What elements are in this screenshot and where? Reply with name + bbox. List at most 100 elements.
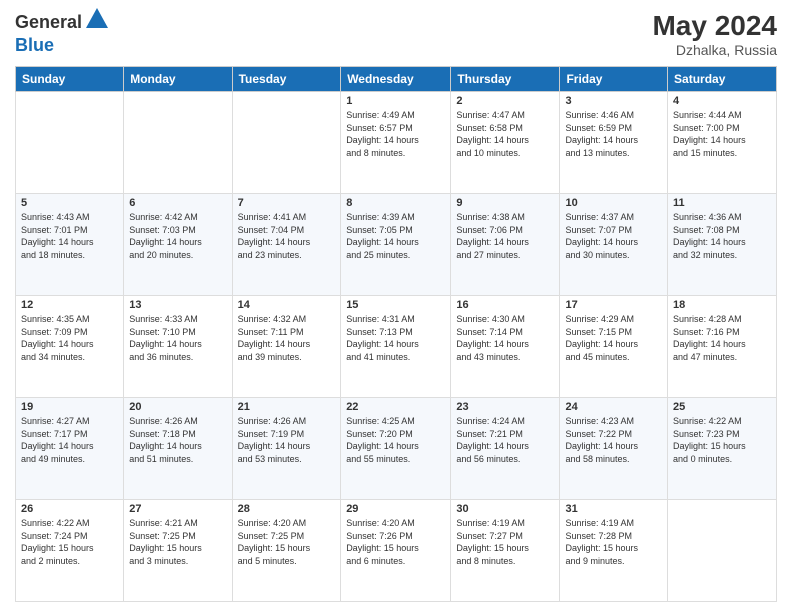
day-info: Sunrise: 4:26 AM Sunset: 7:18 PM Dayligh… <box>129 415 226 465</box>
cell-3-4: 15 Sunrise: 4:31 AM Sunset: 7:13 PM Dayli… <box>341 296 451 398</box>
cell-5-6: 31Sunrise: 4:19 AM Sunset: 7:28 PM Dayli… <box>560 500 668 602</box>
cell-3-6: 17Sunrise: 4:29 AM Sunset: 7:15 PM Dayli… <box>560 296 668 398</box>
day-info: Sunrise: 4:31 AM Sunset: 7:13 PM Dayligh… <box>346 313 445 363</box>
day-info: Sunrise: 4:26 AM Sunset: 7:19 PM Dayligh… <box>238 415 336 465</box>
cell-4-7: 25 Sunrise: 4:22 AM Sunset: 7:23 PM Dayli… <box>668 398 777 500</box>
day-info: Sunrise: 4:28 AM Sunset: 7:16 PM Dayligh… <box>673 313 771 363</box>
col-monday: Monday <box>124 67 232 92</box>
day-info: Sunrise: 4:36 AM Sunset: 7:08 PM Dayligh… <box>673 211 771 261</box>
col-thursday: Thursday <box>451 67 560 92</box>
day-info: Sunrise: 4:42 AM Sunset: 7:03 PM Dayligh… <box>129 211 226 261</box>
week-row-1: 1 Sunrise: 4:49 AM Sunset: 6:57 PM Daylig… <box>16 92 777 194</box>
logo-triangle-icon <box>86 8 108 28</box>
day-number: 13 <box>129 299 226 311</box>
day-number: 21 <box>238 401 336 413</box>
day-info: Sunrise: 4:30 AM Sunset: 7:14 PM Dayligh… <box>456 313 554 363</box>
cell-2-1: 5 Sunrise: 4:43 AM Sunset: 7:01 PM Daylig… <box>16 194 124 296</box>
col-friday: Friday <box>560 67 668 92</box>
cell-5-7 <box>668 500 777 602</box>
day-number: 2 <box>456 95 554 107</box>
day-number: 16 <box>456 299 554 311</box>
day-number: 12 <box>21 299 118 311</box>
cell-4-4: 22 Sunrise: 4:25 AM Sunset: 7:20 PM Dayli… <box>341 398 451 500</box>
day-info: Sunrise: 4:20 AM Sunset: 7:25 PM Dayligh… <box>238 517 336 567</box>
day-info: Sunrise: 4:38 AM Sunset: 7:06 PM Dayligh… <box>456 211 554 261</box>
day-number: 4 <box>673 95 771 107</box>
cell-1-4: 1 Sunrise: 4:49 AM Sunset: 6:57 PM Daylig… <box>341 92 451 194</box>
cell-4-2: 20 Sunrise: 4:26 AM Sunset: 7:18 PM Dayli… <box>124 398 232 500</box>
cell-5-5: 30 Sunrise: 4:19 AM Sunset: 7:27 PM Dayli… <box>451 500 560 602</box>
day-number: 19 <box>21 401 118 413</box>
page: General Blue May 2024 Dzhalka, Russia Su… <box>0 0 792 612</box>
cell-2-7: 11 Sunrise: 4:36 AM Sunset: 7:08 PM Dayli… <box>668 194 777 296</box>
day-number: 3 <box>565 95 662 107</box>
calendar-table: Sunday Monday Tuesday Wednesday Thursday… <box>15 66 777 602</box>
day-info: Sunrise: 4:49 AM Sunset: 6:57 PM Dayligh… <box>346 109 445 159</box>
day-number: 30 <box>456 503 554 515</box>
cell-3-7: 18 Sunrise: 4:28 AM Sunset: 7:16 PM Dayli… <box>668 296 777 398</box>
day-number: 26 <box>21 503 118 515</box>
cell-1-3 <box>232 92 341 194</box>
cell-2-2: 6 Sunrise: 4:42 AM Sunset: 7:03 PM Daylig… <box>124 194 232 296</box>
day-info: Sunrise: 4:25 AM Sunset: 7:20 PM Dayligh… <box>346 415 445 465</box>
logo-area: General Blue <box>15 10 108 56</box>
cell-5-1: 26 Sunrise: 4:22 AM Sunset: 7:24 PM Dayli… <box>16 500 124 602</box>
day-number: 8 <box>346 197 445 209</box>
day-info: Sunrise: 4:44 AM Sunset: 7:00 PM Dayligh… <box>673 109 771 159</box>
day-info: Sunrise: 4:19 AM Sunset: 7:28 PM Dayligh… <box>565 517 662 567</box>
day-number: 28 <box>238 503 336 515</box>
week-row-5: 26 Sunrise: 4:22 AM Sunset: 7:24 PM Dayli… <box>16 500 777 602</box>
day-info: Sunrise: 4:22 AM Sunset: 7:23 PM Dayligh… <box>673 415 771 465</box>
day-number: 18 <box>673 299 771 311</box>
day-number: 24 <box>565 401 662 413</box>
cell-2-3: 7 Sunrise: 4:41 AM Sunset: 7:04 PM Daylig… <box>232 194 341 296</box>
cell-1-5: 2Sunrise: 4:47 AM Sunset: 6:58 PM Daylig… <box>451 92 560 194</box>
day-number: 20 <box>129 401 226 413</box>
header-row: Sunday Monday Tuesday Wednesday Thursday… <box>16 67 777 92</box>
day-info: Sunrise: 4:20 AM Sunset: 7:26 PM Dayligh… <box>346 517 445 567</box>
day-number: 25 <box>673 401 771 413</box>
cell-3-5: 16 Sunrise: 4:30 AM Sunset: 7:14 PM Dayli… <box>451 296 560 398</box>
day-info: Sunrise: 4:37 AM Sunset: 7:07 PM Dayligh… <box>565 211 662 261</box>
cell-3-1: 12 Sunrise: 4:35 AM Sunset: 7:09 PM Dayli… <box>16 296 124 398</box>
day-number: 14 <box>238 299 336 311</box>
cell-5-3: 28 Sunrise: 4:20 AM Sunset: 7:25 PM Dayli… <box>232 500 341 602</box>
day-info: Sunrise: 4:39 AM Sunset: 7:05 PM Dayligh… <box>346 211 445 261</box>
col-tuesday: Tuesday <box>232 67 341 92</box>
week-row-2: 5 Sunrise: 4:43 AM Sunset: 7:01 PM Daylig… <box>16 194 777 296</box>
day-number: 27 <box>129 503 226 515</box>
day-number: 15 <box>346 299 445 311</box>
col-wednesday: Wednesday <box>341 67 451 92</box>
cell-2-5: 9 Sunrise: 4:38 AM Sunset: 7:06 PM Daylig… <box>451 194 560 296</box>
cell-4-6: 24Sunrise: 4:23 AM Sunset: 7:22 PM Dayli… <box>560 398 668 500</box>
day-info: Sunrise: 4:32 AM Sunset: 7:11 PM Dayligh… <box>238 313 336 363</box>
cell-4-5: 23Sunrise: 4:24 AM Sunset: 7:21 PM Dayli… <box>451 398 560 500</box>
day-info: Sunrise: 4:22 AM Sunset: 7:24 PM Dayligh… <box>21 517 118 567</box>
day-number: 1 <box>346 95 445 107</box>
day-number: 11 <box>673 197 771 209</box>
day-number: 7 <box>238 197 336 209</box>
day-number: 9 <box>456 197 554 209</box>
week-row-4: 19 Sunrise: 4:27 AM Sunset: 7:17 PM Dayli… <box>16 398 777 500</box>
day-info: Sunrise: 4:41 AM Sunset: 7:04 PM Dayligh… <box>238 211 336 261</box>
title-area: May 2024 Dzhalka, Russia <box>652 10 777 58</box>
day-info: Sunrise: 4:35 AM Sunset: 7:09 PM Dayligh… <box>21 313 118 363</box>
cell-3-2: 13Sunrise: 4:33 AM Sunset: 7:10 PM Dayli… <box>124 296 232 398</box>
week-row-3: 12 Sunrise: 4:35 AM Sunset: 7:09 PM Dayli… <box>16 296 777 398</box>
cell-3-3: 14 Sunrise: 4:32 AM Sunset: 7:11 PM Dayli… <box>232 296 341 398</box>
day-number: 23 <box>456 401 554 413</box>
day-number: 22 <box>346 401 445 413</box>
logo-blue: Blue <box>15 35 54 55</box>
day-number: 6 <box>129 197 226 209</box>
day-number: 17 <box>565 299 662 311</box>
col-saturday: Saturday <box>668 67 777 92</box>
cell-5-2: 27Sunrise: 4:21 AM Sunset: 7:25 PM Dayli… <box>124 500 232 602</box>
day-number: 29 <box>346 503 445 515</box>
logo-general: General <box>15 12 82 33</box>
day-info: Sunrise: 4:43 AM Sunset: 7:01 PM Dayligh… <box>21 211 118 261</box>
day-number: 5 <box>21 197 118 209</box>
day-info: Sunrise: 4:27 AM Sunset: 7:17 PM Dayligh… <box>21 415 118 465</box>
day-number: 10 <box>565 197 662 209</box>
cell-2-4: 8 Sunrise: 4:39 AM Sunset: 7:05 PM Daylig… <box>341 194 451 296</box>
day-info: Sunrise: 4:19 AM Sunset: 7:27 PM Dayligh… <box>456 517 554 567</box>
